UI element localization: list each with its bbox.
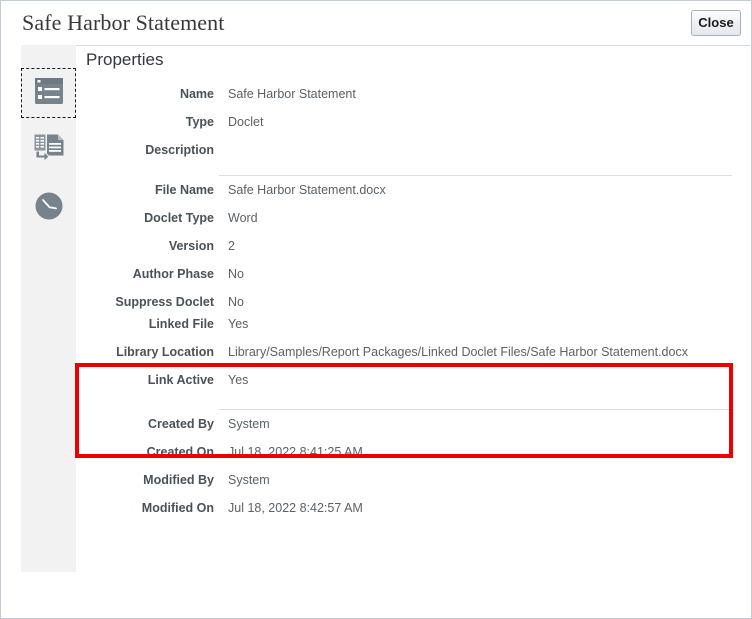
panel-title: Properties (86, 50, 164, 69)
field-row-doclet-type: Doclet Type Word (76, 204, 750, 232)
field-value: Safe Harbor Statement (228, 87, 356, 101)
sidebar-item-history[interactable] (21, 183, 76, 233)
dialog-content: Properties Name Safe Harbor Statement Ty… (1, 45, 751, 618)
field-label: Description (145, 143, 214, 157)
field-value: Yes (228, 317, 249, 331)
field-label: Modified On (141, 501, 214, 515)
field-group-identity: Name Safe Harbor Statement Type Doclet D… (76, 80, 750, 164)
field-group-audit: Created By System Created On Jul 18, 202… (76, 410, 750, 522)
panel-top-divider (76, 45, 750, 46)
field-row-file-name: File Name Safe Harbor Statement.docx (76, 176, 750, 204)
field-value: Doclet (228, 115, 264, 129)
sidebar-item-transfer[interactable] (21, 125, 76, 175)
field-label: Created On (146, 445, 214, 459)
field-label: Linked File (148, 317, 214, 331)
field-label: Name (179, 87, 214, 101)
field-value: System (228, 473, 270, 487)
field-label: Type (185, 115, 214, 129)
field-value: Safe Harbor Statement.docx (228, 183, 386, 197)
close-button[interactable]: Close (691, 10, 741, 36)
field-label: Library Location (116, 345, 214, 359)
document-transfer-icon (34, 134, 64, 167)
clock-history-icon (35, 192, 63, 225)
field-label: Author Phase (132, 267, 214, 281)
field-value: Word (228, 211, 258, 225)
field-value: Jul 18, 2022 8:42:57 AM (228, 501, 363, 515)
field-row-modified-by: Modified By System (76, 466, 750, 494)
field-row-modified-on: Modified On Jul 18, 2022 8:42:57 AM (76, 494, 750, 522)
field-value: Library/Samples/Report Packages/Linked D… (228, 345, 688, 359)
field-row-type: Type Doclet (76, 108, 750, 136)
field-group-link: Linked File Yes Library Location Library… (76, 310, 750, 394)
field-value: Yes (228, 373, 249, 387)
dialog-titlebar: Safe Harbor Statement Close (1, 1, 751, 45)
field-label: Link Active (147, 373, 214, 387)
field-row-library-location: Library Location Library/Samples/Report … (76, 338, 750, 366)
field-label: File Name (154, 183, 214, 197)
properties-panel: Properties Name Safe Harbor Statement Ty… (76, 45, 750, 618)
field-row-version: Version 2 (76, 232, 750, 260)
field-value: 2 (228, 239, 235, 253)
field-label: Version (168, 239, 214, 253)
properties-dialog: Safe Harbor Statement Close Properties N… (0, 0, 752, 619)
field-row-name: Name Safe Harbor Statement (76, 80, 750, 108)
properties-list-icon (34, 77, 63, 109)
page-title: Safe Harbor Statement (22, 10, 225, 35)
field-value: System (228, 417, 270, 431)
field-value: Jul 18, 2022 8:41:25 AM (228, 445, 363, 459)
sidebar-item-properties[interactable] (21, 68, 76, 118)
field-row-link-active: Link Active Yes (76, 366, 750, 394)
field-row-created-by: Created By System (76, 410, 750, 438)
field-row-linked-file: Linked File Yes (76, 310, 750, 338)
field-label: Modified By (143, 473, 214, 487)
field-label: Created By (148, 417, 214, 431)
sidebar (21, 45, 76, 572)
field-label: Doclet Type (144, 211, 214, 225)
field-row-author-phase: Author Phase No (76, 260, 750, 288)
field-group-file: File Name Safe Harbor Statement.docx Doc… (76, 176, 750, 316)
field-value: No (228, 267, 244, 281)
field-row-description: Description (76, 136, 750, 164)
field-row-created-on: Created On Jul 18, 2022 8:41:25 AM (76, 438, 750, 466)
